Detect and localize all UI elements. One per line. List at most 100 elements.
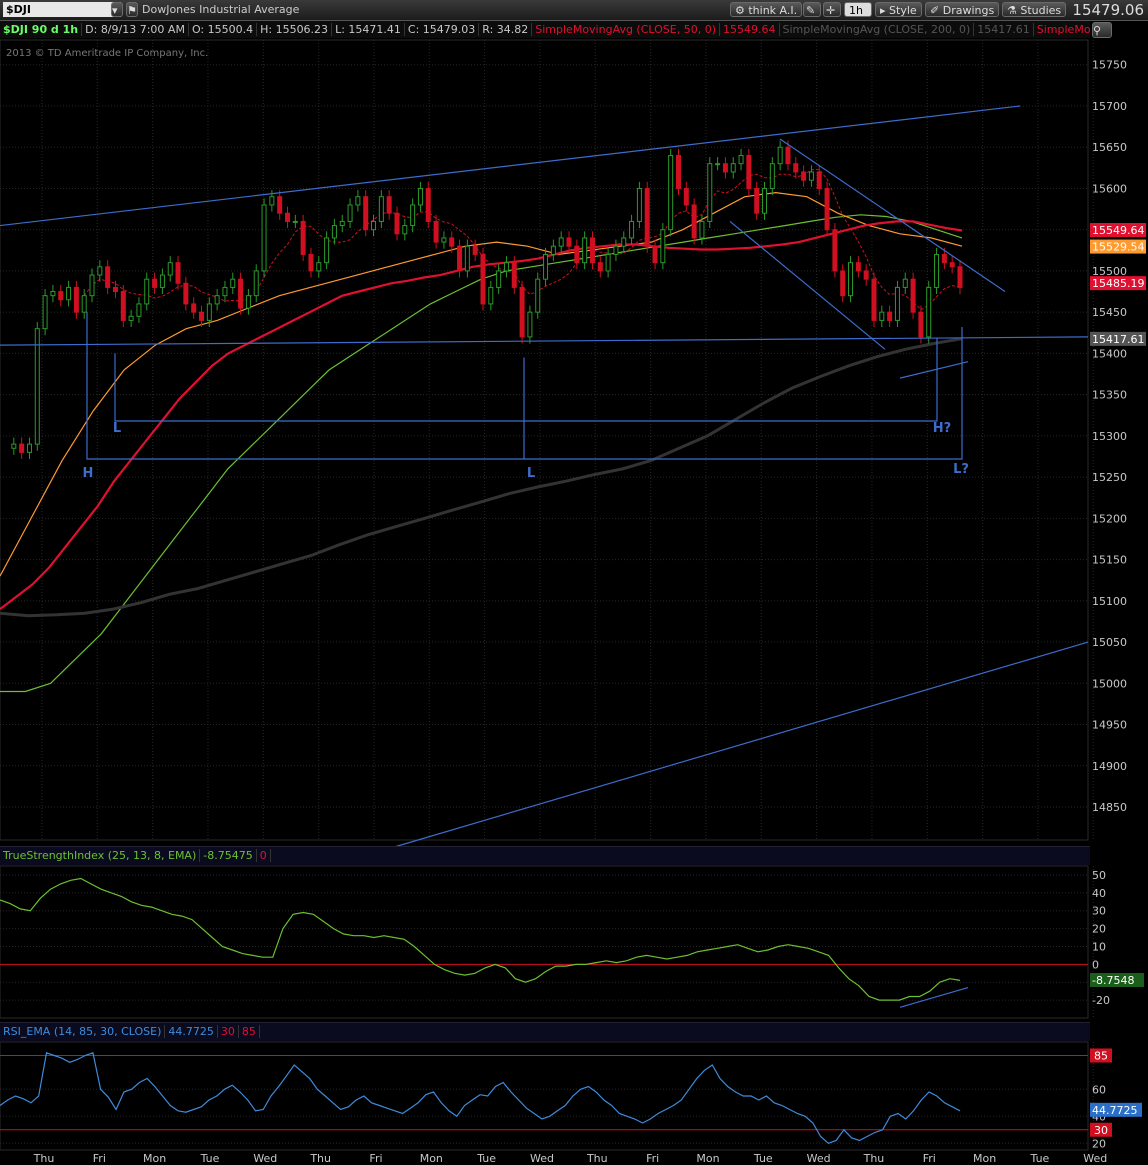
pattern-label: L? xyxy=(953,462,969,477)
candle-body xyxy=(934,253,940,288)
candle-body xyxy=(629,220,635,239)
candle-body xyxy=(894,286,900,321)
day-label: Tue xyxy=(200,1152,220,1165)
crosshair-icon[interactable]: ✛ xyxy=(823,2,841,17)
candle-body xyxy=(762,187,768,214)
tsi-flag-label: -8.7548 xyxy=(1092,974,1134,987)
candle-body xyxy=(394,212,400,235)
candle-body xyxy=(699,220,705,239)
candle-body xyxy=(19,443,25,453)
candle-body xyxy=(957,266,963,288)
price-tick-label: 15100 xyxy=(1092,595,1127,608)
price-pane xyxy=(0,39,1089,841)
candle-body xyxy=(582,237,588,264)
day-label: Wed xyxy=(530,1152,554,1165)
candle-body xyxy=(754,187,760,214)
link-icon[interactable]: ⚑ xyxy=(126,2,138,17)
candle-body xyxy=(949,262,955,268)
candle-body xyxy=(910,278,916,313)
candle-body xyxy=(613,245,619,255)
style-button[interactable]: ▸ Style xyxy=(875,2,922,17)
sma50-value: 15549.64 xyxy=(720,23,780,36)
candle-body xyxy=(441,237,447,243)
candle-body xyxy=(191,303,197,313)
tsi-tick-label: 40 xyxy=(1092,887,1106,900)
candle-body xyxy=(230,278,236,288)
candle-body xyxy=(363,196,369,231)
candle-body xyxy=(183,282,189,305)
candle-body xyxy=(722,163,728,173)
price-tick-label: 15750 xyxy=(1092,59,1127,72)
candle-body xyxy=(34,328,40,445)
day-label: Mon xyxy=(973,1152,996,1165)
info-bar: $DJI 90 d 1h D: 8/9/13 7:00 AM O: 15500.4 H… xyxy=(0,21,1090,38)
candle-body xyxy=(636,187,642,222)
wrench-icon[interactable]: ✎ xyxy=(803,2,821,17)
rsi-tick-label: 60 xyxy=(1092,1083,1106,1096)
candle-body xyxy=(402,225,408,235)
candle-body xyxy=(707,163,713,222)
candle-body xyxy=(97,266,103,276)
tsi-value: -8.75475 xyxy=(200,849,257,862)
timeframe-button[interactable]: 1h xyxy=(844,2,872,17)
chart-settings-icon[interactable]: ⚲ xyxy=(1092,22,1112,38)
pattern-label: L xyxy=(527,466,535,481)
candle-body xyxy=(11,443,17,449)
price-flag-label: 15529.54 xyxy=(1092,241,1145,254)
price-flag-label: 15417.61 xyxy=(1092,333,1145,346)
tsi-tick-label: 0 xyxy=(1092,958,1099,971)
candle-body xyxy=(863,270,869,280)
candle-body xyxy=(26,443,32,453)
price-tick-label: 14950 xyxy=(1092,719,1127,732)
candle-body xyxy=(269,196,275,206)
price-flag-label: 15485.19 xyxy=(1092,277,1145,290)
day-label: Tue xyxy=(753,1152,773,1165)
studies-button[interactable]: ⚗ Studies xyxy=(1002,2,1067,17)
candle-body xyxy=(597,262,603,272)
candle-body xyxy=(543,253,549,280)
day-label: Thu xyxy=(309,1152,331,1165)
rsi-level-label: 30 xyxy=(1094,1124,1108,1137)
candle-body xyxy=(308,253,314,272)
think-ai-button[interactable]: ⚙ think A.I. xyxy=(730,2,803,17)
sma50-label[interactable]: SimpleMovingAvg (CLOSE, 50, 0) xyxy=(532,23,721,36)
candle-body xyxy=(347,204,353,222)
rsi-flag-label: 44.7725 xyxy=(1092,1104,1138,1117)
candle-body xyxy=(206,303,212,321)
candle-body xyxy=(277,196,283,214)
tsi-tick-label: 30 xyxy=(1092,905,1106,918)
candle-body xyxy=(433,220,439,243)
candle-body xyxy=(89,274,95,297)
rsi-name[interactable]: RSI_EMA (14, 85, 30, CLOSE) xyxy=(0,1025,166,1038)
sma-more-label[interactable]: SimpleMov xyxy=(1033,23,1090,36)
price-tick-label: 15600 xyxy=(1092,182,1127,195)
price-tick-label: 15300 xyxy=(1092,430,1127,443)
day-label: Thu xyxy=(863,1152,885,1165)
toolbar: $DJI ▾ ⚑ DowJones Industrial Average ⚙ t… xyxy=(0,0,1148,21)
candle-body xyxy=(675,154,681,189)
drawings-button[interactable]: ✐ Drawings xyxy=(925,2,1000,17)
candle-body xyxy=(941,253,947,264)
candle-body xyxy=(175,262,181,284)
candle-body xyxy=(128,315,134,321)
candle-body xyxy=(238,278,244,309)
candle-body xyxy=(840,270,846,297)
symbol-input[interactable]: $DJI xyxy=(3,2,121,17)
candle-body xyxy=(660,229,666,264)
sma200-label[interactable]: SimpleMovingAvg (CLOSE, 200, 0) xyxy=(779,23,975,36)
candle-body xyxy=(848,262,854,297)
candle-body xyxy=(449,237,455,247)
candle-body xyxy=(386,196,392,214)
candle-body xyxy=(496,270,502,288)
candle-body xyxy=(58,291,64,301)
tsi-name[interactable]: TrueStrengthIndex (25, 13, 8, EMA) xyxy=(0,849,201,862)
candle-body xyxy=(816,171,822,189)
price-tick-label: 15650 xyxy=(1092,141,1127,154)
symbol-dropdown-icon[interactable]: ▾ xyxy=(111,2,123,17)
candle-body xyxy=(81,295,87,313)
rsi-grid xyxy=(0,1041,1089,1151)
candle-body xyxy=(519,286,525,338)
candle-body xyxy=(887,311,893,321)
info-date: D: 8/9/13 7:00 AM xyxy=(82,23,189,36)
candle-body xyxy=(105,266,111,288)
